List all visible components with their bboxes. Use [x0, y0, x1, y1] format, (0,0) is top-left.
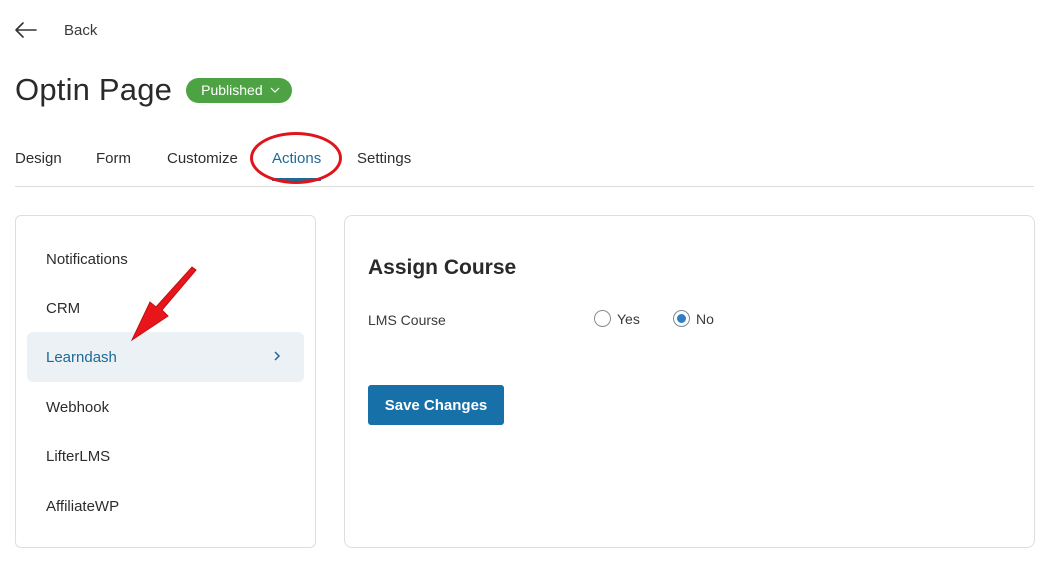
status-badge[interactable]: Published — [186, 77, 292, 103]
back-button[interactable]: Back — [14, 18, 97, 42]
sidebar-item-label: AffiliateWP — [46, 497, 120, 515]
sidebar-item-label: LifterLMS — [46, 447, 111, 465]
sidebar-item-affiliatewp[interactable]: AffiliateWP — [27, 481, 304, 531]
radio-label: No — [696, 310, 714, 327]
radio-yes[interactable]: Yes — [594, 310, 640, 327]
title-row: Optin Page Published — [15, 72, 292, 108]
arrow-left-icon — [15, 22, 37, 38]
radio-button[interactable] — [594, 310, 611, 327]
tab-actions[interactable]: Actions — [272, 150, 322, 181]
chevron-down-icon — [270, 87, 280, 93]
sidebar-item-notifications[interactable]: Notifications — [27, 234, 304, 284]
sidebar-item-label: Webhook — [46, 398, 110, 416]
radio-no[interactable]: No — [673, 310, 714, 327]
save-changes-button[interactable]: Save Changes — [368, 385, 504, 425]
learndash-settings-panel: Assign Course LMS Course Yes No Save Cha… — [344, 215, 1035, 548]
section-title: Assign Course — [368, 256, 517, 279]
back-label: Back — [64, 21, 98, 39]
radio-label: Yes — [617, 310, 640, 327]
sidebar-item-webhook[interactable]: Webhook — [27, 382, 304, 432]
tab-settings[interactable]: Settings — [357, 150, 411, 181]
tab-form[interactable]: Form — [96, 150, 131, 181]
sidebar-item-label: Learndash — [46, 348, 117, 366]
tab-design[interactable]: Design — [15, 150, 62, 181]
sidebar-item-label: CRM — [46, 299, 81, 317]
tab-bar: Design Form Customize Actions Settings — [15, 144, 1034, 187]
page-title: Optin Page — [15, 72, 173, 107]
sidebar-item-lifterlms[interactable]: LifterLMS — [27, 431, 304, 481]
sidebar-item-label: Notifications — [46, 250, 128, 268]
page: Back Optin Page Published Design Form Cu… — [0, 0, 1051, 561]
radio-button[interactable] — [673, 310, 690, 327]
actions-sidebar: Notifications CRM Learndash Webhook Lift… — [15, 215, 316, 548]
status-label: Published — [201, 82, 263, 98]
tab-customize[interactable]: Customize — [167, 150, 238, 181]
sidebar-item-learndash[interactable]: Learndash — [27, 332, 304, 382]
lms-course-label: LMS Course — [368, 312, 446, 328]
chevron-right-icon — [274, 351, 281, 361]
sidebar-item-crm[interactable]: CRM — [27, 283, 304, 333]
